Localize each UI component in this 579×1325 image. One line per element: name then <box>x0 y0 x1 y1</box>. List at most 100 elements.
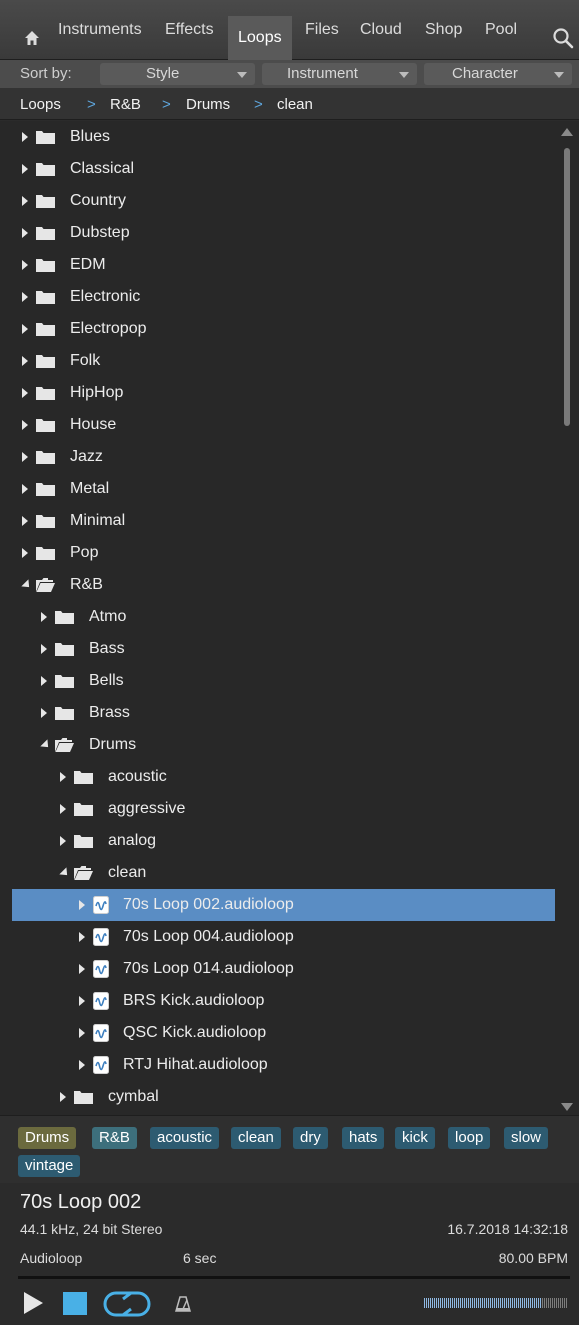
folder-icon <box>55 642 74 656</box>
folder-row[interactable]: EDM <box>0 249 560 281</box>
breadcrumb-loops[interactable]: Loops <box>20 96 61 113</box>
scroll-down-arrow[interactable] <box>561 1103 573 1111</box>
loop-file-row[interactable]: RTJ Hihat.audioloop <box>0 1049 560 1081</box>
loop-file-row[interactable]: 70s Loop 002.audioloop <box>12 889 555 921</box>
disclosure-expanded-icon[interactable] <box>21 579 33 591</box>
tag-clean[interactable]: clean <box>231 1127 281 1149</box>
disclosure-collapsed-icon[interactable] <box>41 644 47 654</box>
search-icon[interactable] <box>552 27 574 49</box>
folder-row[interactable]: Minimal <box>0 505 560 537</box>
tag-r-b[interactable]: R&B <box>92 1127 137 1149</box>
disclosure-collapsed-icon[interactable] <box>60 772 66 782</box>
folder-row[interactable]: Electronic <box>0 281 560 313</box>
folder-icon <box>36 546 55 560</box>
scroll-up-arrow[interactable] <box>561 128 573 136</box>
tag-drums[interactable]: Drums <box>18 1127 77 1149</box>
tag-vintage[interactable]: vintage <box>18 1155 81 1177</box>
tag-loop[interactable]: loop <box>448 1127 491 1149</box>
play-icon[interactable] <box>24 1292 43 1314</box>
loop-icon[interactable] <box>103 1290 151 1318</box>
folder-row[interactable]: Pop <box>0 537 560 569</box>
disclosure-collapsed-icon[interactable] <box>79 932 85 942</box>
disclosure-collapsed-icon[interactable] <box>22 356 28 366</box>
home-icon[interactable] <box>25 31 39 45</box>
folder-row[interactable]: Brass <box>0 697 560 729</box>
disclosure-collapsed-icon[interactable] <box>22 196 28 206</box>
breadcrumb-drums[interactable]: Drums <box>186 96 230 113</box>
breadcrumb-rnb[interactable]: R&B <box>110 96 141 113</box>
metronome-icon[interactable] <box>175 1296 191 1312</box>
tab-instruments[interactable]: Instruments <box>58 17 142 43</box>
loop-file-row[interactable]: QSC Kick.audioloop <box>0 1017 560 1049</box>
tag-dry[interactable]: dry <box>293 1127 328 1149</box>
tag-slow[interactable]: slow <box>504 1127 549 1149</box>
disclosure-collapsed-icon[interactable] <box>22 164 28 174</box>
disclosure-collapsed-icon[interactable] <box>79 1028 85 1038</box>
tab-shop[interactable]: Shop <box>425 17 462 43</box>
loop-file-row[interactable]: 70s Loop 014.audioloop <box>0 953 560 985</box>
disclosure-collapsed-icon[interactable] <box>79 996 85 1006</box>
tag-acoustic[interactable]: acoustic <box>150 1127 220 1149</box>
folder-row[interactable]: HipHop <box>0 377 560 409</box>
folder-row[interactable]: Dubstep <box>0 217 560 249</box>
folder-row[interactable]: Folk <box>0 345 560 377</box>
folder-row[interactable]: Country <box>0 185 560 217</box>
tab-effects[interactable]: Effects <box>165 17 214 43</box>
folder-row[interactable]: aggressive <box>0 793 560 825</box>
tag-hats[interactable]: hats <box>342 1127 385 1149</box>
disclosure-collapsed-icon[interactable] <box>79 900 85 910</box>
disclosure-collapsed-icon[interactable] <box>22 388 28 398</box>
disclosure-collapsed-icon[interactable] <box>41 612 47 622</box>
loop-file-row[interactable]: 70s Loop 004.audioloop <box>0 921 560 953</box>
folder-row[interactable]: Atmo <box>0 601 560 633</box>
folder-row[interactable]: Classical <box>0 153 560 185</box>
disclosure-expanded-icon[interactable] <box>40 739 52 751</box>
sort-instrument-dropdown[interactable]: Instrument <box>262 63 417 85</box>
disclosure-collapsed-icon[interactable] <box>22 260 28 270</box>
disclosure-collapsed-icon[interactable] <box>60 836 66 846</box>
folder-row[interactable]: Metal <box>0 473 560 505</box>
folder-row[interactable]: Drums <box>0 729 560 761</box>
disclosure-collapsed-icon[interactable] <box>60 1092 66 1102</box>
disclosure-collapsed-icon[interactable] <box>60 804 66 814</box>
disclosure-collapsed-icon[interactable] <box>22 420 28 430</box>
loop-file-row[interactable]: BRS Kick.audioloop <box>0 985 560 1017</box>
tab-pool[interactable]: Pool <box>485 17 517 43</box>
disclosure-collapsed-icon[interactable] <box>22 484 28 494</box>
disclosure-expanded-icon[interactable] <box>59 867 71 879</box>
tree-item-label: clean <box>108 864 147 881</box>
tab-files[interactable]: Files <box>305 17 339 43</box>
folder-row[interactable]: Bells <box>0 665 560 697</box>
disclosure-collapsed-icon[interactable] <box>22 516 28 526</box>
sort-character-dropdown[interactable]: Character <box>424 63 572 85</box>
disclosure-collapsed-icon[interactable] <box>79 964 85 974</box>
folder-row[interactable]: Bass <box>0 633 560 665</box>
disclosure-collapsed-icon[interactable] <box>41 708 47 718</box>
folder-row[interactable]: cymbal <box>0 1081 560 1113</box>
sort-style-dropdown[interactable]: Style <box>100 63 255 85</box>
folder-row[interactable]: analog <box>0 825 560 857</box>
folder-row[interactable]: Jazz <box>0 441 560 473</box>
sort-instrument-label: Instrument <box>287 65 358 82</box>
disclosure-collapsed-icon[interactable] <box>22 452 28 462</box>
folder-row[interactable]: acoustic <box>0 761 560 793</box>
tab-cloud[interactable]: Cloud <box>360 17 402 43</box>
folder-row[interactable]: Blues <box>0 121 560 153</box>
disclosure-collapsed-icon[interactable] <box>22 324 28 334</box>
tab-loops[interactable]: Loops <box>228 16 292 60</box>
tree-item-label: House <box>70 416 117 433</box>
tag-kick[interactable]: kick <box>395 1127 435 1149</box>
folder-row[interactable]: R&B <box>0 569 560 601</box>
scrollbar-thumb[interactable] <box>564 148 570 426</box>
folder-row[interactable]: House <box>0 409 560 441</box>
disclosure-collapsed-icon[interactable] <box>41 676 47 686</box>
breadcrumb-clean[interactable]: clean <box>277 96 313 113</box>
disclosure-collapsed-icon[interactable] <box>22 228 28 238</box>
stop-icon[interactable] <box>63 1292 87 1315</box>
folder-row[interactable]: Electropop <box>0 313 560 345</box>
folder-row[interactable]: clean <box>0 857 560 889</box>
disclosure-collapsed-icon[interactable] <box>22 292 28 302</box>
disclosure-collapsed-icon[interactable] <box>22 132 28 142</box>
disclosure-collapsed-icon[interactable] <box>79 1060 85 1070</box>
disclosure-collapsed-icon[interactable] <box>22 548 28 558</box>
